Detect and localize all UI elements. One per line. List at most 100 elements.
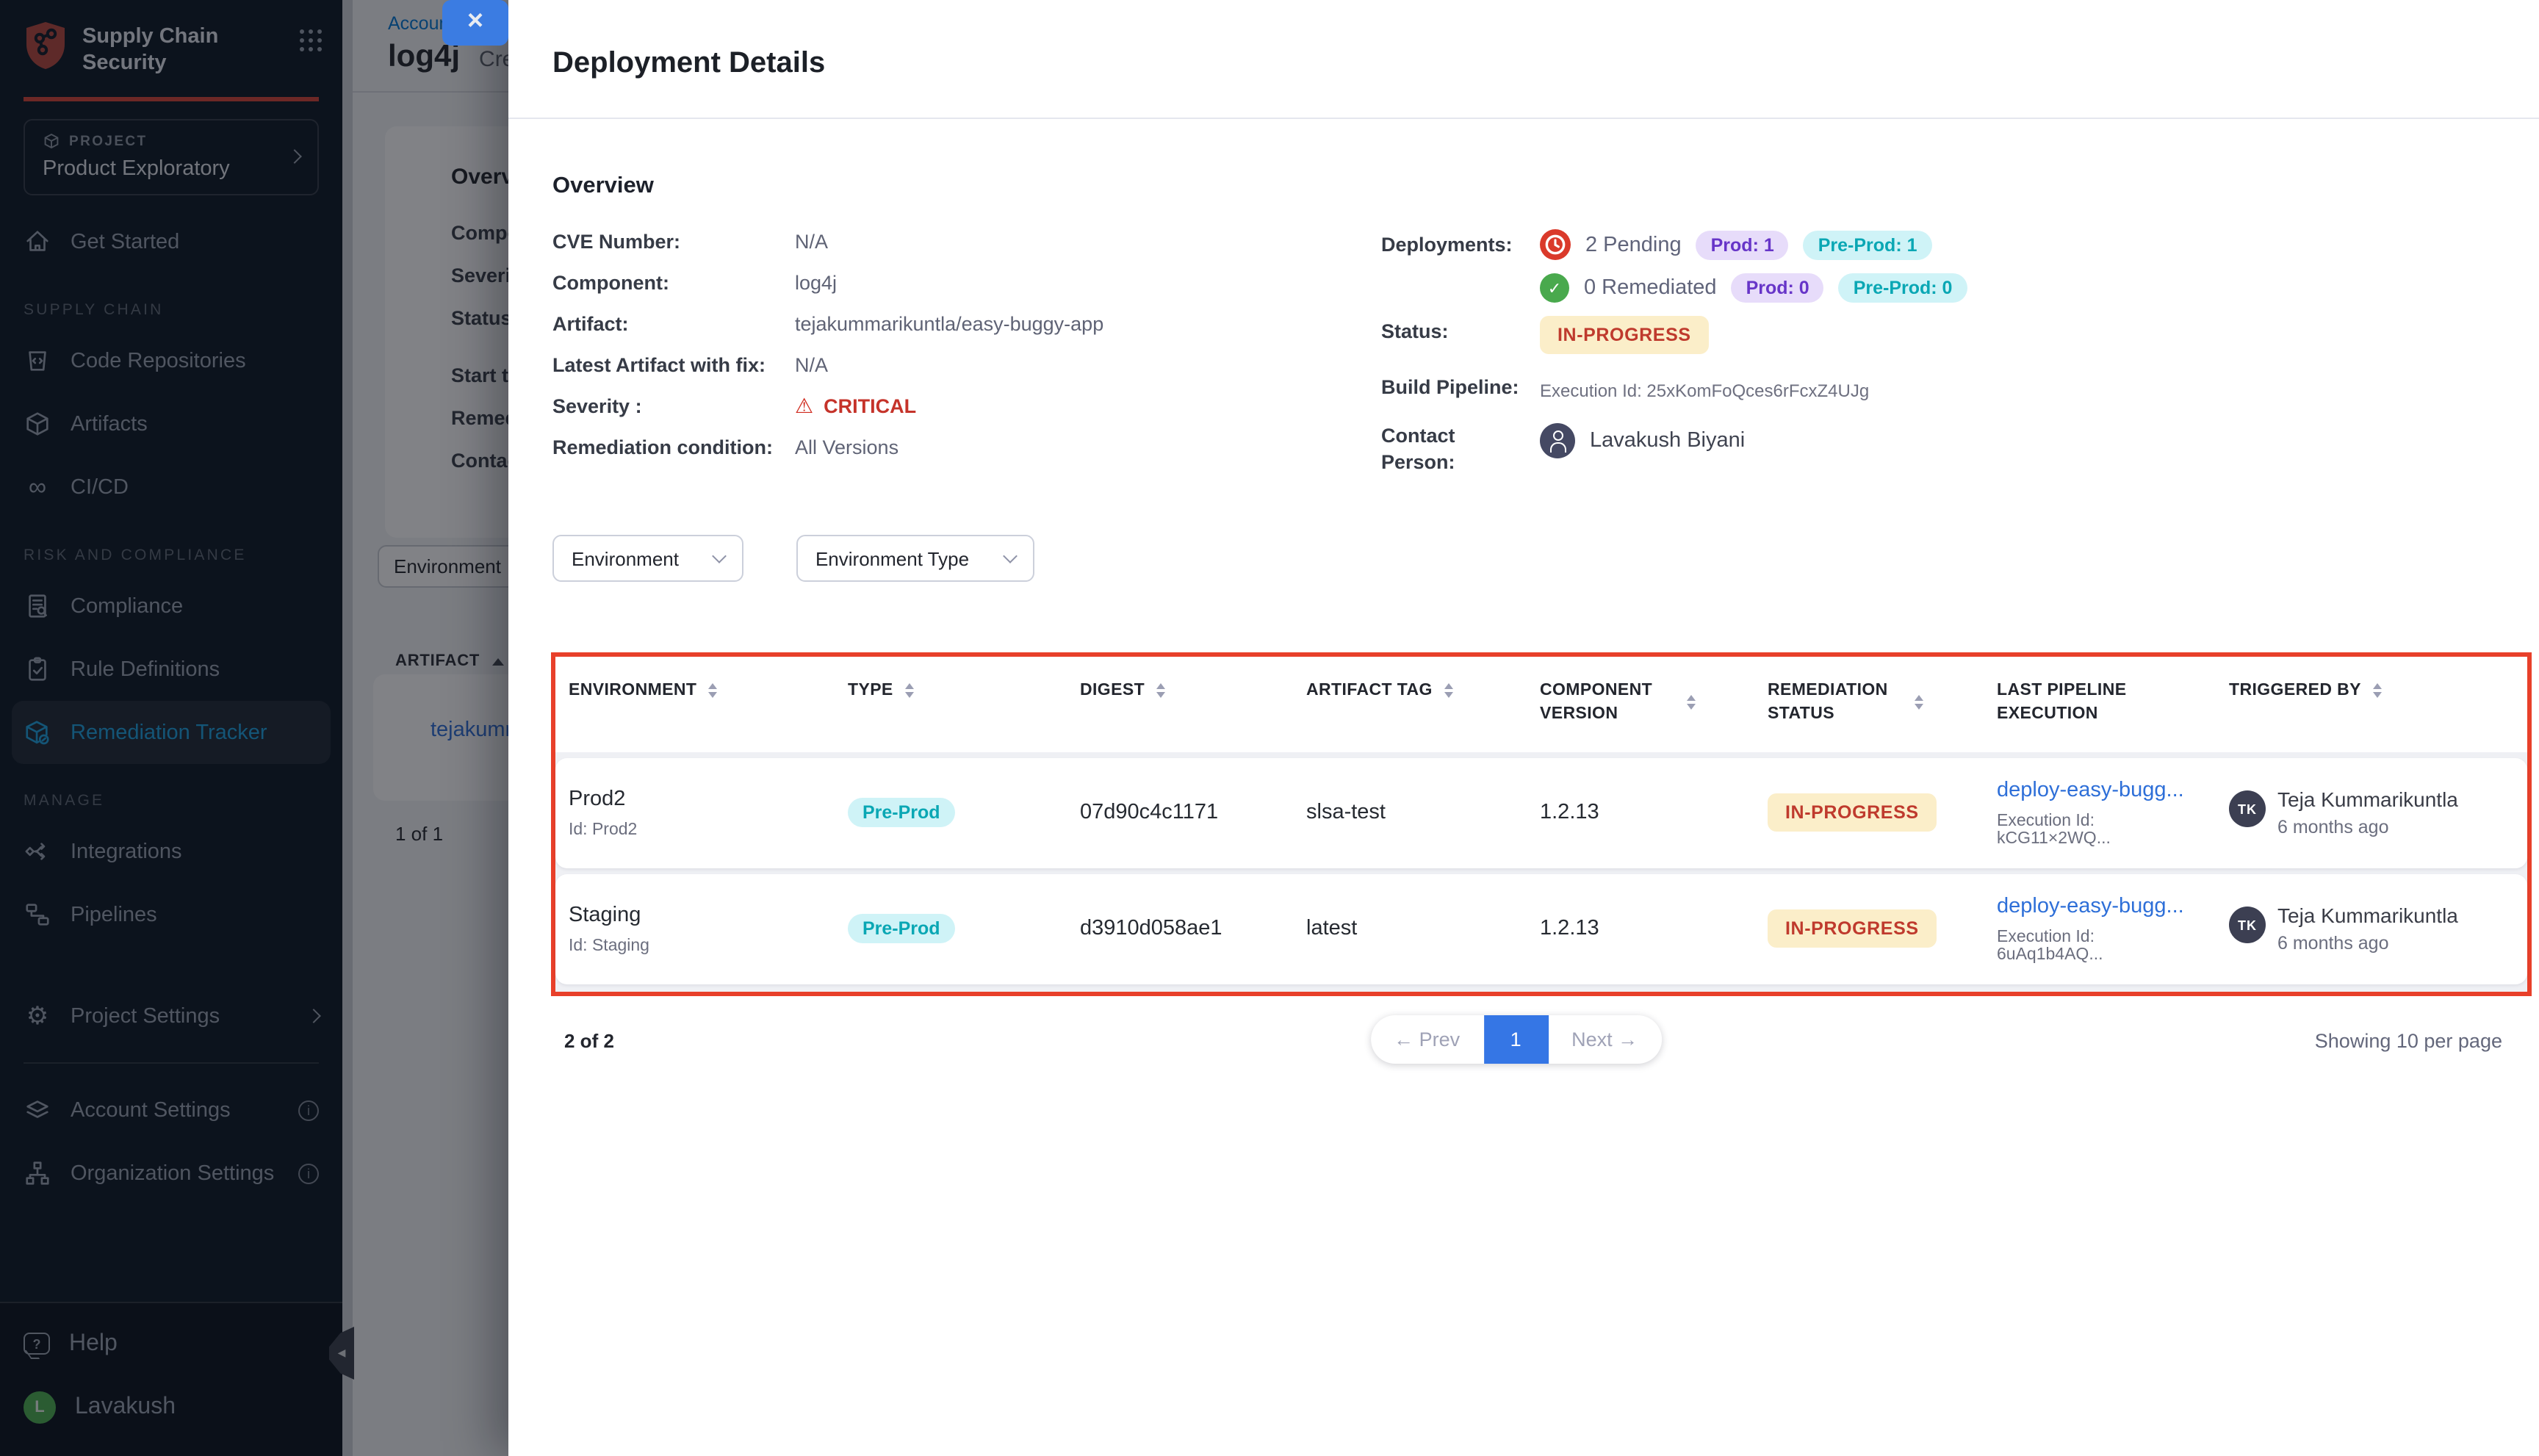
field-component: Component: log4j bbox=[552, 271, 1381, 296]
warning-icon: ⚠ bbox=[795, 394, 813, 419]
deployments-lines: 2 Pending Prod: 1 Pre-Prod: 1 ✓ 0 Remedi… bbox=[1540, 230, 2502, 317]
status-line: IN-PROGRESS bbox=[1540, 317, 2502, 355]
environment-type-dropdown[interactable]: Environment Type bbox=[796, 536, 1034, 583]
field-value: tejakummarikuntla/easy-buggy-app bbox=[795, 312, 1103, 337]
prev-button[interactable]: ← Prev bbox=[1370, 1014, 1483, 1063]
table-header-row: ENVIRONMENT TYPE DIGEST ARTIFACT TAG COM… bbox=[555, 657, 2527, 752]
environment-dropdown[interactable]: Environment bbox=[552, 536, 743, 583]
field-value: N/A bbox=[795, 353, 828, 378]
sort-icon[interactable] bbox=[905, 684, 914, 699]
per-page-label: Showing 10 per page bbox=[2315, 1030, 2502, 1052]
status-badge: IN-PROGRESS bbox=[1540, 317, 1709, 355]
field-value: log4j bbox=[795, 271, 837, 296]
column-type[interactable]: TYPE bbox=[835, 680, 1067, 703]
dropdown-label: Environment Type bbox=[815, 548, 969, 570]
preprod-badge: Pre-Prod: 0 bbox=[1839, 274, 1967, 303]
cell-remediation-status: IN-PROGRESS bbox=[1754, 793, 1984, 832]
build-pipeline-label: Build Pipeline: bbox=[1381, 372, 1528, 419]
field-label: Severity : bbox=[552, 394, 795, 419]
pending-line: 2 Pending Prod: 1 Pre-Prod: 1 bbox=[1540, 230, 2502, 261]
cell-digest: 07d90c4c1171 bbox=[1067, 801, 1293, 824]
environment-name: Prod2 bbox=[569, 787, 823, 810]
sort-icon[interactable] bbox=[2373, 684, 2382, 699]
triggered-by-avatar: TK bbox=[2229, 790, 2266, 827]
field-value: N/A bbox=[795, 230, 828, 255]
status-badge: IN-PROGRESS bbox=[1768, 793, 1937, 832]
sort-icon[interactable] bbox=[1444, 684, 1453, 699]
cell-environment: Staging Id: Staging bbox=[555, 903, 835, 954]
column-triggered-by[interactable]: TRIGGERED BY bbox=[2216, 680, 2527, 703]
build-execution-id: Execution Id: 25xKomFoQces6rFcxZ4UJg bbox=[1540, 381, 1869, 402]
triggered-by-name: Teja Kummarikuntla bbox=[2277, 788, 2458, 811]
field-latest-artifact: Latest Artifact with fix: N/A bbox=[552, 353, 1381, 378]
preprod-badge: Pre-Prod: 1 bbox=[1804, 231, 1932, 260]
pipeline-link[interactable]: deploy-easy-bugg... bbox=[1997, 894, 2204, 918]
column-artifact-tag[interactable]: ARTIFACT TAG bbox=[1293, 680, 1527, 703]
table-row[interactable]: Staging Id: Staging Pre-Prod d3910d058ae… bbox=[555, 873, 2527, 984]
triggered-by-time: 6 months ago bbox=[2277, 817, 2458, 837]
cell-component-version: 1.2.13 bbox=[1527, 917, 1754, 940]
remediated-line: ✓ 0 Remediated Prod: 0 Pre-Prod: 0 bbox=[1540, 274, 2502, 303]
person-avatar-icon bbox=[1540, 424, 1575, 459]
triggered-by-avatar: TK bbox=[2229, 907, 2266, 943]
app-root: Supply Chain Security PROJECT Product Ex… bbox=[0, 0, 2539, 1456]
pagination-count: 2 of 2 bbox=[552, 1030, 614, 1052]
pagination-bar: 2 of 2 ← Prev 1 Next → Showing 10 per pa… bbox=[552, 1014, 2502, 1067]
environment-id: Id: Prod2 bbox=[569, 821, 823, 838]
remediated-check-icon: ✓ bbox=[1540, 274, 1569, 303]
table-row[interactable]: Prod2 Id: Prod2 Pre-Prod 07d90c4c1171 sl… bbox=[555, 757, 2527, 868]
cell-last-pipeline: deploy-easy-bugg... Execution Id: kCG11×… bbox=[1984, 778, 2216, 847]
contact-person-line: Lavakush Biyani bbox=[1540, 419, 2502, 464]
close-icon: × bbox=[467, 7, 483, 35]
column-last-pipeline-execution[interactable]: LAST PIPELINE EXECUTION bbox=[1984, 680, 2216, 727]
severity-critical: ⚠ CRITICAL bbox=[795, 394, 916, 419]
column-environment[interactable]: ENVIRONMENT bbox=[555, 680, 835, 703]
column-digest[interactable]: DIGEST bbox=[1067, 680, 1293, 703]
sort-icon[interactable] bbox=[1915, 696, 1923, 710]
prod-badge: Prod: 1 bbox=[1696, 231, 1789, 260]
modal-title: Deployment Details bbox=[552, 20, 2502, 82]
cell-triggered-by: TK Teja Kummarikuntla 6 months ago bbox=[2216, 904, 2527, 954]
status-label: Status: bbox=[1381, 317, 1528, 372]
column-remediation-status[interactable]: REMEDIATION STATUS bbox=[1754, 680, 1984, 727]
table-filters: Environment Environment Type bbox=[552, 536, 2502, 583]
cell-environment: Prod2 Id: Prod2 bbox=[555, 787, 835, 838]
overview-left: CVE Number: N/A Component: log4j Artifac… bbox=[552, 230, 1381, 477]
type-badge: Pre-Prod bbox=[848, 798, 955, 827]
triggered-by-text: Teja Kummarikuntla 6 months ago bbox=[2277, 788, 2458, 837]
pipeline-link[interactable]: deploy-easy-bugg... bbox=[1997, 778, 2204, 801]
pending-clock-icon bbox=[1540, 230, 1571, 261]
sort-icon[interactable] bbox=[708, 684, 717, 699]
page-1-button[interactable]: 1 bbox=[1483, 1014, 1548, 1063]
sort-icon[interactable] bbox=[1156, 684, 1165, 699]
field-label: Component: bbox=[552, 271, 795, 296]
field-remediation-condition: Remediation condition: All Versions bbox=[552, 436, 1381, 461]
status-badge: IN-PROGRESS bbox=[1768, 909, 1937, 948]
cell-type: Pre-Prod bbox=[835, 917, 1067, 940]
execution-id: Execution Id: kCG11×2WQ... bbox=[1997, 812, 2204, 847]
cell-type: Pre-Prod bbox=[835, 801, 1067, 824]
field-label: Remediation condition: bbox=[552, 436, 795, 461]
chevron-down-icon bbox=[712, 549, 727, 564]
environment-name: Staging bbox=[569, 903, 823, 926]
cell-component-version: 1.2.13 bbox=[1527, 801, 1754, 824]
column-component-version[interactable]: COMPONENT VERSION bbox=[1527, 680, 1754, 727]
overview-heading: Overview bbox=[552, 174, 2502, 201]
contact-person-name: Lavakush Biyani bbox=[1590, 430, 1745, 453]
cell-artifact-tag: latest bbox=[1293, 917, 1527, 940]
sort-icon[interactable] bbox=[1687, 696, 1696, 710]
deployments-table-highlight: ENVIRONMENT TYPE DIGEST ARTIFACT TAG COM… bbox=[551, 653, 2532, 995]
cell-digest: d3910d058ae1 bbox=[1067, 917, 1293, 940]
pending-count: 2 Pending bbox=[1585, 234, 1682, 257]
cell-triggered-by: TK Teja Kummarikuntla 6 months ago bbox=[2216, 788, 2527, 837]
deployments-label: Deployments: bbox=[1381, 230, 1528, 317]
close-button[interactable]: × bbox=[442, 0, 508, 46]
cell-last-pipeline: deploy-easy-bugg... Execution Id: 6uAq1b… bbox=[1984, 894, 2216, 963]
execution-id: Execution Id: 6uAq1b4AQ... bbox=[1997, 928, 2204, 963]
deployments-block: Deployments: 2 Pending Prod: 1 Pre-Prod:… bbox=[1381, 230, 2502, 477]
next-button[interactable]: Next → bbox=[1548, 1014, 1661, 1063]
field-severity: Severity : ⚠ CRITICAL bbox=[552, 394, 1381, 419]
cell-remediation-status: IN-PROGRESS bbox=[1754, 909, 1984, 948]
field-cve-number: CVE Number: N/A bbox=[552, 230, 1381, 255]
type-badge: Pre-Prod bbox=[848, 914, 955, 943]
